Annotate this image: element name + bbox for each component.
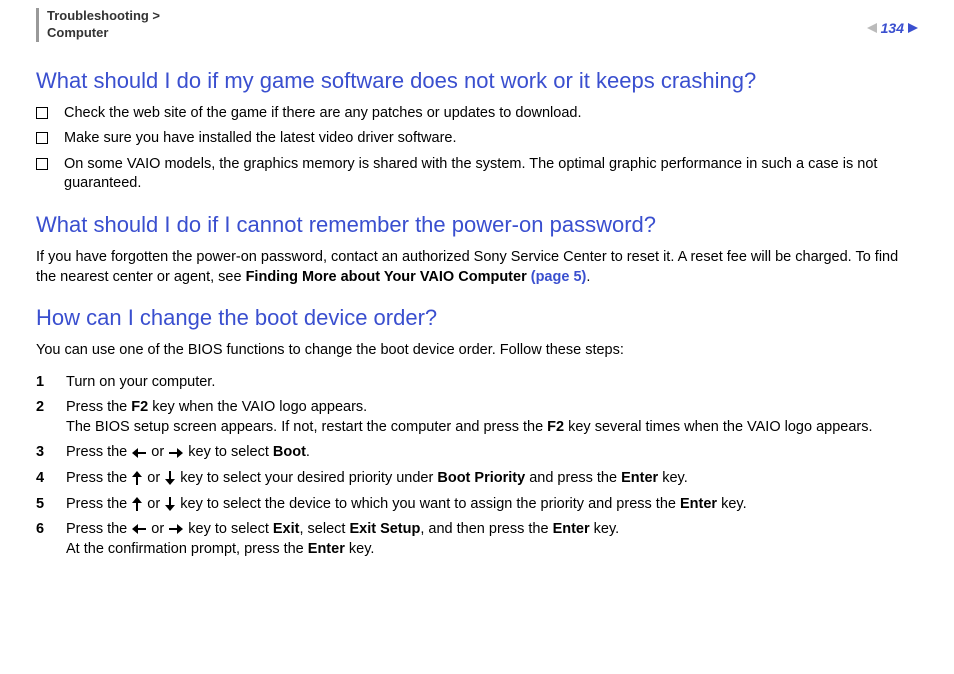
step-row: 2 Press the F2 key when the VAIO logo ap… — [36, 398, 918, 437]
bullet-text: On some VAIO models, the graphics memory… — [64, 155, 918, 194]
page-number: 134 — [881, 20, 904, 36]
step-number: 1 — [36, 373, 50, 393]
section1-heading: What should I do if my game software doe… — [36, 68, 918, 94]
breadcrumb: Troubleshooting > Computer — [47, 8, 160, 42]
step-number: 5 — [36, 495, 50, 515]
arrow-left-icon — [132, 448, 146, 458]
step-number: 4 — [36, 469, 50, 489]
step-text: Turn on your computer. — [66, 373, 918, 393]
square-bullet-icon — [36, 158, 48, 170]
step-text: Press the or key to select your desired … — [66, 469, 918, 489]
step-number: 6 — [36, 520, 50, 540]
bullet-item: On some VAIO models, the graphics memory… — [36, 155, 918, 194]
text: . — [586, 269, 590, 285]
arrow-down-icon — [165, 471, 175, 485]
step-text: Press the or key to select Boot. — [66, 443, 918, 463]
square-bullet-icon — [36, 132, 48, 144]
page-number-nav: 134 — [867, 8, 918, 36]
bullet-text: Make sure you have installed the latest … — [64, 129, 918, 149]
section3-heading: How can I change the boot device order? — [36, 305, 918, 331]
step-number: 3 — [36, 443, 50, 463]
arrow-right-icon — [169, 524, 183, 534]
bullet-item: Check the web site of the game if there … — [36, 104, 918, 124]
arrow-down-icon — [165, 497, 175, 511]
step-row: 3 Press the or key to select Boot. — [36, 443, 918, 463]
step-number: 2 — [36, 398, 50, 418]
prev-page-icon[interactable] — [867, 23, 877, 33]
step-row: 1 Turn on your computer. — [36, 373, 918, 393]
arrow-up-icon — [132, 471, 142, 485]
page-link[interactable]: (page 5) — [531, 269, 587, 285]
breadcrumb-line1: Troubleshooting > — [47, 8, 160, 25]
next-page-icon[interactable] — [908, 23, 918, 33]
step-row: 4 Press the or key to select your desire… — [36, 469, 918, 489]
step-text: Press the F2 key when the VAIO logo appe… — [66, 398, 918, 437]
page-header: Troubleshooting > Computer 134 — [36, 8, 918, 42]
bold-text: Finding More about Your VAIO Computer — [246, 269, 531, 285]
breadcrumb-line2: Computer — [47, 25, 160, 42]
step-row: 5 Press the or key to select the device … — [36, 495, 918, 515]
section3-intro: You can use one of the BIOS functions to… — [36, 341, 918, 361]
step-text: Press the or key to select the device to… — [66, 495, 918, 515]
section2-paragraph: If you have forgotten the power-on passw… — [36, 248, 918, 287]
bullet-text: Check the web site of the game if there … — [64, 104, 918, 124]
step-row: 6 Press the or key to select Exit, selec… — [36, 520, 918, 559]
arrow-right-icon — [169, 448, 183, 458]
arrow-left-icon — [132, 524, 146, 534]
bullet-item: Make sure you have installed the latest … — [36, 129, 918, 149]
square-bullet-icon — [36, 107, 48, 119]
arrow-up-icon — [132, 497, 142, 511]
step-text: Press the or key to select Exit, select … — [66, 520, 918, 559]
section2-heading: What should I do if I cannot remember th… — [36, 212, 918, 238]
